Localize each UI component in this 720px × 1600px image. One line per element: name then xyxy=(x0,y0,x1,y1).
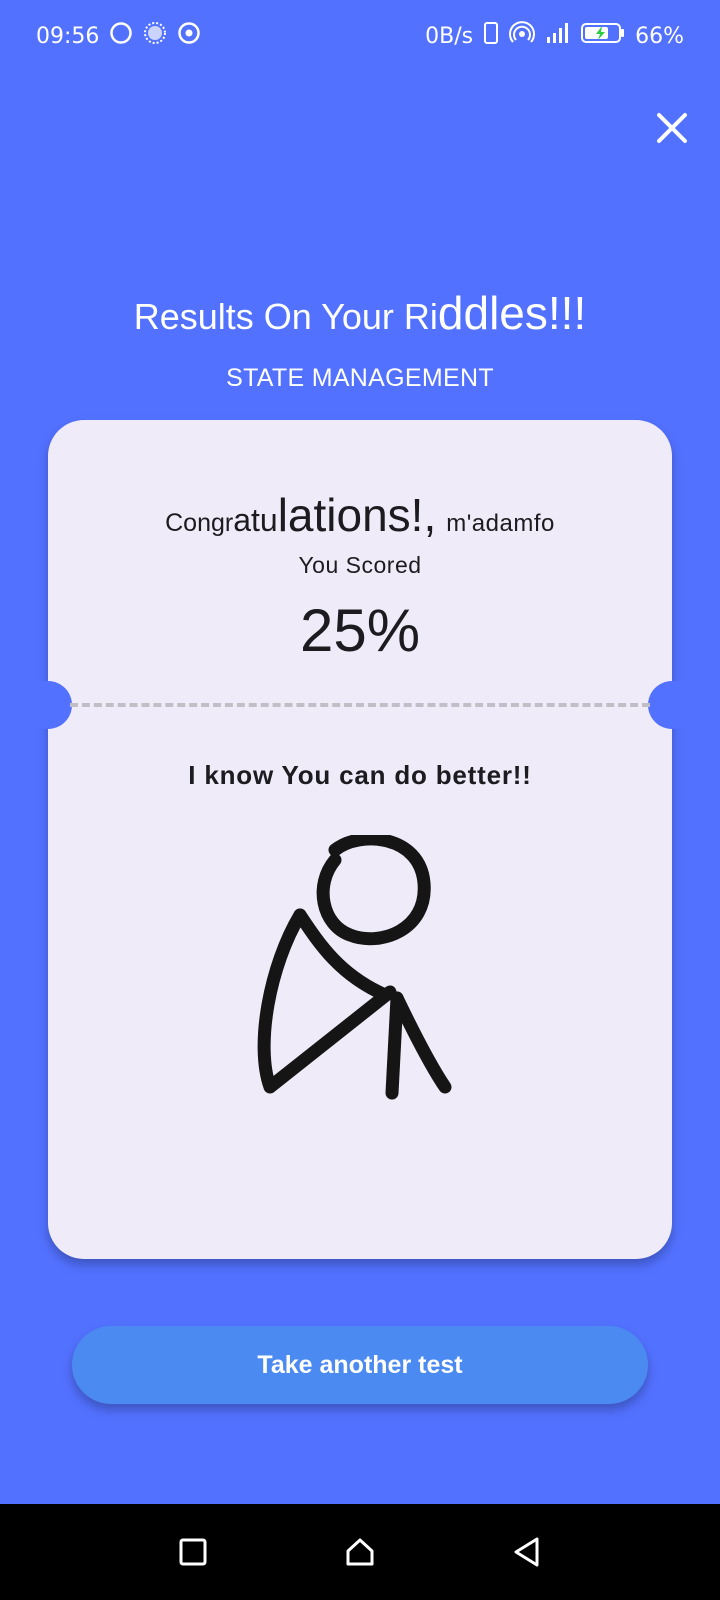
status-bar-right: 0B/s 66% xyxy=(425,21,684,51)
encouragement-message: I know You can do better!! xyxy=(188,760,532,790)
status-bar: 09:56 0B/s 66% xyxy=(0,0,720,72)
status-bar-left: 09:56 xyxy=(36,21,201,51)
signal-icon xyxy=(545,21,571,51)
back-triangle-icon xyxy=(514,1537,539,1567)
page-subtitle: STATE MANAGEMENT xyxy=(226,364,494,392)
username: m'adamfo xyxy=(446,510,555,537)
you-scored-label: You Scored xyxy=(298,552,422,578)
title-text-big: ddles!!! xyxy=(437,287,587,339)
net-speed: 0B/s xyxy=(425,23,474,49)
score-value: 25% xyxy=(299,597,421,664)
ticket-notch-right xyxy=(648,681,696,729)
circle-icon xyxy=(109,21,133,51)
clock: 09:56 xyxy=(36,23,100,49)
phone-outline-icon xyxy=(483,21,499,51)
congrats-line: Congratulations!, m'adamfo xyxy=(48,488,672,542)
close-icon xyxy=(657,113,687,143)
battery-charging-icon xyxy=(581,21,625,51)
title-text-small: Results On Your Ri xyxy=(133,296,438,337)
hotspot-icon xyxy=(509,21,536,51)
page-title: Results On Your Riddles!!! xyxy=(0,286,720,340)
home-button[interactable] xyxy=(336,1528,384,1576)
congrats-text-a: Congr xyxy=(165,509,234,537)
battery-percent: 66% xyxy=(635,23,684,49)
system-nav-bar xyxy=(0,1504,720,1600)
back-button[interactable] xyxy=(503,1528,551,1576)
target-icon xyxy=(177,21,201,51)
recents-square-icon xyxy=(179,1538,207,1566)
congrats-text-c: lations!, xyxy=(277,489,437,541)
sad-stick-figure-icon xyxy=(250,832,470,1125)
recents-button[interactable] xyxy=(169,1528,217,1576)
ticket-notch-left xyxy=(24,681,72,729)
home-icon xyxy=(346,1538,374,1566)
close-button[interactable] xyxy=(648,104,696,152)
sun-icon xyxy=(143,21,167,51)
congrats-text-b: atu xyxy=(233,502,278,538)
ticket-divider xyxy=(70,703,650,707)
take-another-test-button[interactable]: Take another test xyxy=(72,1326,648,1404)
